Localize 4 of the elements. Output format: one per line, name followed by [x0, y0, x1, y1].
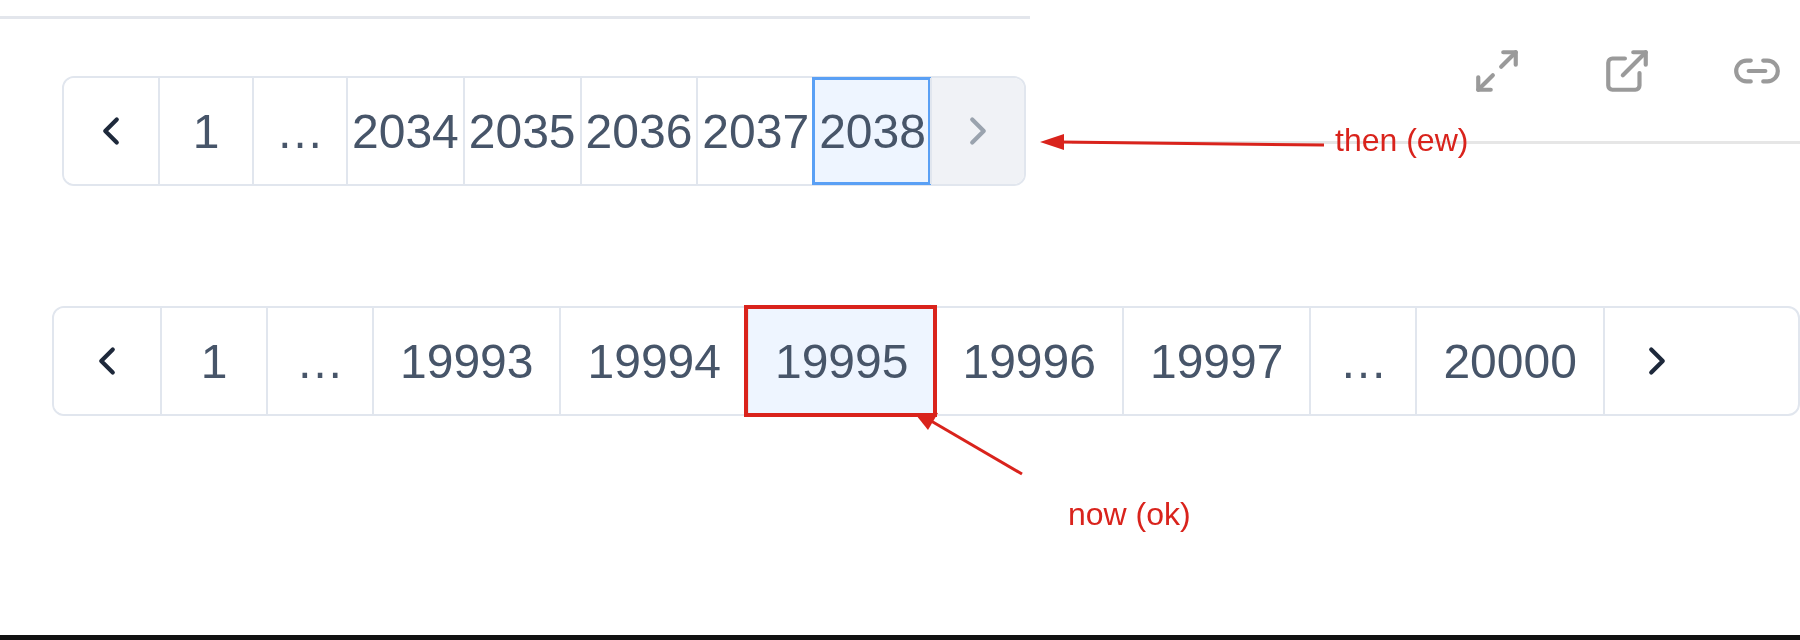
- page-button[interactable]: 19995: [746, 308, 935, 414]
- annotation-text: now (ok): [1068, 496, 1191, 533]
- annotation-text: then (ew): [1335, 122, 1469, 159]
- page-button[interactable]: 2038: [813, 78, 930, 184]
